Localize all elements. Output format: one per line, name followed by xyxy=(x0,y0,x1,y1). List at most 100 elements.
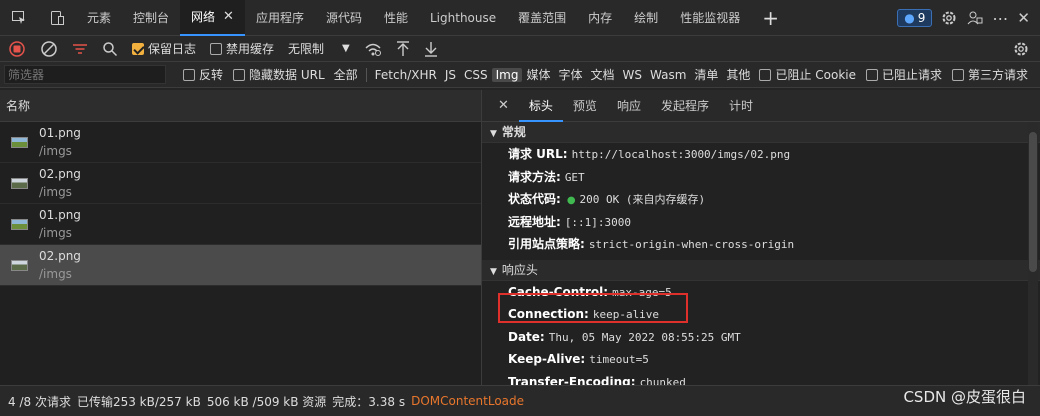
header-value: [::1]:3000 xyxy=(564,215,632,229)
filter-type-css[interactable]: CSS xyxy=(460,68,492,82)
dropdown-arrow-icon: ▼ xyxy=(342,43,350,54)
clear-icon[interactable] xyxy=(40,40,58,58)
record-stop-icon[interactable] xyxy=(8,40,26,58)
preserve-log-label: 保留日志 xyxy=(148,42,197,56)
filter-type-all[interactable]: 全部 xyxy=(330,66,362,83)
filter-type-other[interactable]: 其他 xyxy=(722,66,754,83)
search-icon[interactable] xyxy=(102,41,118,57)
checkbox-icon[interactable] xyxy=(233,68,246,81)
filter-type-wasm[interactable]: Wasm xyxy=(646,68,690,82)
tab-application[interactable]: 应用程序 xyxy=(245,0,315,36)
filter-type-manifest[interactable]: 清单 xyxy=(690,66,722,83)
close-devtools-icon[interactable]: ✕ xyxy=(1017,9,1030,27)
tab-lighthouse[interactable]: Lighthouse xyxy=(419,0,507,36)
request-row-selected[interactable]: 02.png/imgs xyxy=(0,245,481,286)
close-tab-icon[interactable]: ✕ xyxy=(223,9,234,24)
filter-type-ws[interactable]: WS xyxy=(619,68,646,82)
tab-rendering[interactable]: 绘制 xyxy=(623,0,669,36)
blocked-requests-label: 已阻止请求 xyxy=(881,68,942,82)
checkbox-checked-icon[interactable] xyxy=(132,42,144,55)
header-value: timeout=5 xyxy=(589,353,649,366)
devtools-tab-bar: 元素 控制台 网络 ✕ 应用程序 源代码 性能 Lighthouse 覆盖范围 … xyxy=(0,0,1040,36)
filter-type-img[interactable]: Img xyxy=(491,67,523,82)
tab-performance-monitor[interactable]: 性能监视器 xyxy=(669,0,751,36)
filter-type-font[interactable]: 字体 xyxy=(554,66,586,83)
request-name: 01.png xyxy=(39,126,81,140)
customize-icon[interactable] xyxy=(966,9,984,27)
tab-elements[interactable]: 元素 xyxy=(76,0,122,36)
filter-input[interactable] xyxy=(4,65,166,84)
export-har-icon[interactable] xyxy=(424,41,438,57)
request-detail-panel: ✕ 标头 预览 响应 发起程序 计时 ▼ 常规 请求 URL: http://loc… xyxy=(482,90,1040,385)
image-thumbnail-icon xyxy=(11,136,28,148)
image-thumbnail-icon xyxy=(11,259,28,271)
more-options-icon[interactable]: ⋯ xyxy=(992,9,1009,28)
image-thumbnail-icon xyxy=(11,218,28,230)
third-party-checkbox[interactable]: 第三方请求 xyxy=(952,66,1028,83)
header-value: strict-origin-when-cross-origin xyxy=(588,238,795,251)
header-row: 请求方法: GET xyxy=(482,166,1040,189)
name-column-header[interactable]: 名称 xyxy=(0,90,481,122)
filter-type-media[interactable]: 媒体 xyxy=(522,66,554,83)
device-toggle-icon[interactable] xyxy=(38,0,76,36)
invert-checkbox[interactable]: 反转 xyxy=(183,66,223,83)
request-row[interactable]: 02.png/imgs xyxy=(0,163,481,204)
preserve-log-checkbox[interactable]: 保留日志 xyxy=(132,40,196,57)
request-list: 名称 01.png/imgs 02.png/imgs 01.png/imgs 0… xyxy=(0,90,482,385)
tab-console[interactable]: 控制台 xyxy=(122,0,180,36)
checkbox-icon[interactable] xyxy=(183,68,195,81)
image-thumbnail-icon xyxy=(11,177,28,189)
filter-type-fetch-xhr[interactable]: Fetch/XHR xyxy=(371,68,441,82)
header-row: Keep-Alive: timeout=5 xyxy=(482,348,1040,371)
invert-label: 反转 xyxy=(199,68,224,82)
import-har-icon[interactable] xyxy=(396,40,410,57)
issues-badge[interactable]: ● 9 xyxy=(897,9,933,27)
inspect-element-icon[interactable] xyxy=(0,0,38,36)
network-toolbar: 保留日志 禁用缓存 无限制 ▼ xyxy=(0,36,1040,62)
header-key: Transfer-Encoding: xyxy=(508,374,636,386)
header-row: 引用站点策略: strict-origin-when-cross-origin xyxy=(482,233,1040,256)
scrollbar[interactable] xyxy=(1028,122,1038,385)
request-row[interactable]: 01.png/imgs xyxy=(0,122,481,163)
issues-count: 9 xyxy=(917,11,926,25)
disable-cache-checkbox[interactable]: 禁用缓存 xyxy=(210,40,274,57)
filter-type-js[interactable]: JS xyxy=(441,68,460,82)
tab-performance[interactable]: 性能 xyxy=(373,0,419,36)
add-tab-icon[interactable]: + xyxy=(751,0,790,36)
checkbox-icon[interactable] xyxy=(210,42,223,55)
close-detail-icon[interactable]: ✕ xyxy=(488,90,519,122)
request-name: 02.png xyxy=(39,167,81,181)
throttling-select[interactable]: 无限制 ▼ xyxy=(288,40,350,57)
general-title: 常规 xyxy=(501,125,526,139)
hide-data-urls-checkbox[interactable]: 隐藏数据 URL xyxy=(233,66,325,83)
filter-icon[interactable] xyxy=(72,41,88,57)
request-row[interactable]: 01.png/imgs xyxy=(0,204,481,245)
tab-initiator[interactable]: 发起程序 xyxy=(651,90,719,122)
tab-response[interactable]: 响应 xyxy=(607,90,651,122)
network-conditions-icon[interactable] xyxy=(364,41,382,57)
request-path: /imgs xyxy=(39,267,72,281)
filter-type-doc[interactable]: 文档 xyxy=(587,66,619,83)
settings-gear-icon[interactable] xyxy=(940,9,958,27)
general-section-header[interactable]: ▼ 常规 xyxy=(482,122,1040,143)
network-settings-gear-icon[interactable] xyxy=(1012,40,1030,58)
blocked-cookies-checkbox[interactable]: 已阻止 Cookie xyxy=(759,66,856,83)
request-path: /imgs xyxy=(39,144,72,158)
scrollbar-thumb[interactable] xyxy=(1029,132,1037,272)
tab-headers[interactable]: 标头 xyxy=(518,90,563,122)
response-headers-title: 响应头 xyxy=(501,262,538,277)
tab-sources[interactable]: 源代码 xyxy=(315,0,373,36)
blocked-requests-checkbox[interactable]: 已阻止请求 xyxy=(865,66,942,83)
tab-network[interactable]: 网络 ✕ xyxy=(180,0,245,36)
checkbox-icon[interactable] xyxy=(952,68,964,81)
detail-tabs: ✕ 标头 预览 响应 发起程序 计时 xyxy=(482,90,1040,122)
tab-coverage[interactable]: 覆盖范围 xyxy=(507,0,577,36)
header-value: http://localhost:3000/imgs/02.png xyxy=(571,148,791,161)
tab-memory[interactable]: 内存 xyxy=(577,0,623,36)
checkbox-icon[interactable] xyxy=(759,68,772,81)
checkbox-icon[interactable] xyxy=(865,68,878,81)
response-headers-section-header[interactable]: ▼ 响应头 xyxy=(482,259,1040,281)
tab-preview[interactable]: 预览 xyxy=(563,90,607,122)
tab-timing[interactable]: 计时 xyxy=(719,90,763,122)
collapse-triangle-icon: ▼ xyxy=(490,129,497,139)
